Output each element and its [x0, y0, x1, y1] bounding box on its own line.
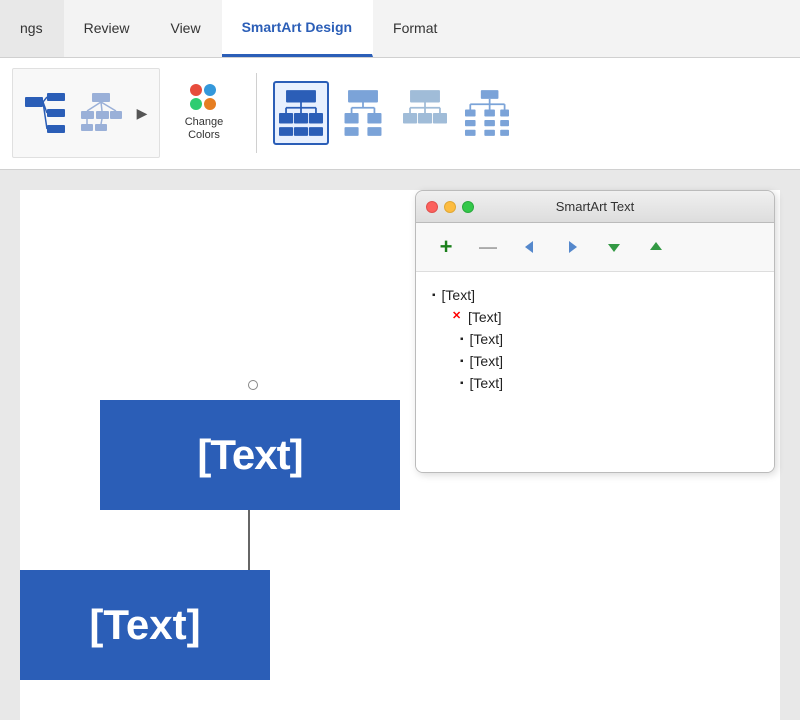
connector-line	[248, 510, 250, 570]
small-layout-gallery: ▶	[12, 68, 160, 158]
color-dots-grid	[190, 84, 218, 112]
bullet-1: ▪	[432, 290, 436, 301]
change-colors-button[interactable]: Change Colors	[168, 73, 240, 153]
selection-handle[interactable]	[248, 380, 258, 390]
bullet-4: ▪	[460, 356, 464, 367]
list-item[interactable]: ▪ [Text]	[432, 328, 758, 350]
list-item[interactable]: ✕ [Text]	[432, 306, 758, 328]
tab-view[interactable]: View	[150, 0, 221, 57]
large-layout-icon-2	[341, 85, 385, 141]
ribbon-divider	[256, 73, 257, 153]
dot-blue	[204, 84, 216, 96]
large-layout-gallery	[273, 81, 515, 145]
main-text-box[interactable]: [Text]	[100, 400, 400, 510]
list-item[interactable]: ▪ [Text]	[432, 372, 758, 394]
large-layout-thumb-1[interactable]	[273, 81, 329, 145]
tab-smartart-design[interactable]: SmartArt Design	[222, 0, 373, 57]
large-layout-icon-3	[403, 85, 447, 141]
bullet-3: ▪	[460, 334, 464, 345]
add-item-button[interactable]: +	[432, 233, 460, 261]
window-maximize-button[interactable]	[462, 201, 474, 213]
tab-format[interactable]: Format	[373, 0, 458, 57]
panel-content: ▪ [Text] ✕ [Text] ▪ [Text] ▪ [Text] ▪ [T	[416, 272, 774, 472]
red-x-indicator: ✕	[452, 309, 461, 322]
ribbon-tab-bar: ngs Review View SmartArt Design Format	[0, 0, 800, 58]
more-layouts-arrow[interactable]: ▶	[131, 79, 153, 147]
layout-thumb-2[interactable]	[75, 79, 127, 147]
tab-review[interactable]: Review	[64, 0, 151, 57]
arrow-left-icon	[521, 238, 539, 256]
layout-icon-1	[23, 91, 67, 135]
tab-ngs[interactable]: ngs	[0, 0, 64, 57]
ribbon-content: ▶ Change Colors	[0, 58, 800, 169]
window-minimize-button[interactable]	[444, 201, 456, 213]
arrow-down-icon	[605, 238, 623, 256]
dot-green	[190, 98, 202, 110]
panel-toolbar: + —	[416, 223, 774, 272]
arrow-up-icon	[647, 238, 665, 256]
large-layout-icon-1	[279, 85, 323, 141]
large-layout-thumb-4[interactable]	[459, 81, 515, 145]
large-layout-thumb-3[interactable]	[397, 81, 453, 145]
arrow-right-icon	[563, 238, 581, 256]
list-item[interactable]: ▪ [Text]	[432, 350, 758, 372]
move-down-button[interactable]	[600, 233, 628, 261]
change-colors-label: Change Colors	[185, 116, 224, 142]
window-controls	[426, 201, 474, 213]
bullet-5: ▪	[460, 378, 464, 389]
large-layout-icon-4	[465, 85, 509, 141]
dot-orange	[204, 98, 216, 110]
indent-left-button[interactable]	[516, 233, 544, 261]
list-item[interactable]: ▪ [Text]	[432, 284, 758, 306]
layout-icon-2	[79, 91, 123, 135]
layout-thumb-1[interactable]	[19, 79, 71, 147]
window-close-button[interactable]	[426, 201, 438, 213]
remove-item-button[interactable]: —	[474, 233, 502, 261]
canvas-area: [Text] [Text] SmartArt Text + —	[0, 170, 800, 720]
indent-right-button[interactable]	[558, 233, 586, 261]
move-up-button[interactable]	[642, 233, 670, 261]
panel-title: SmartArt Text	[556, 199, 635, 214]
dot-red	[190, 84, 202, 96]
ribbon: ngs Review View SmartArt Design Format	[0, 0, 800, 170]
bottom-text-box[interactable]: [Text]	[20, 570, 270, 680]
smartart-text-panel: SmartArt Text + —	[415, 190, 775, 473]
large-layout-thumb-2[interactable]	[335, 81, 391, 145]
panel-titlebar: SmartArt Text	[416, 191, 774, 223]
